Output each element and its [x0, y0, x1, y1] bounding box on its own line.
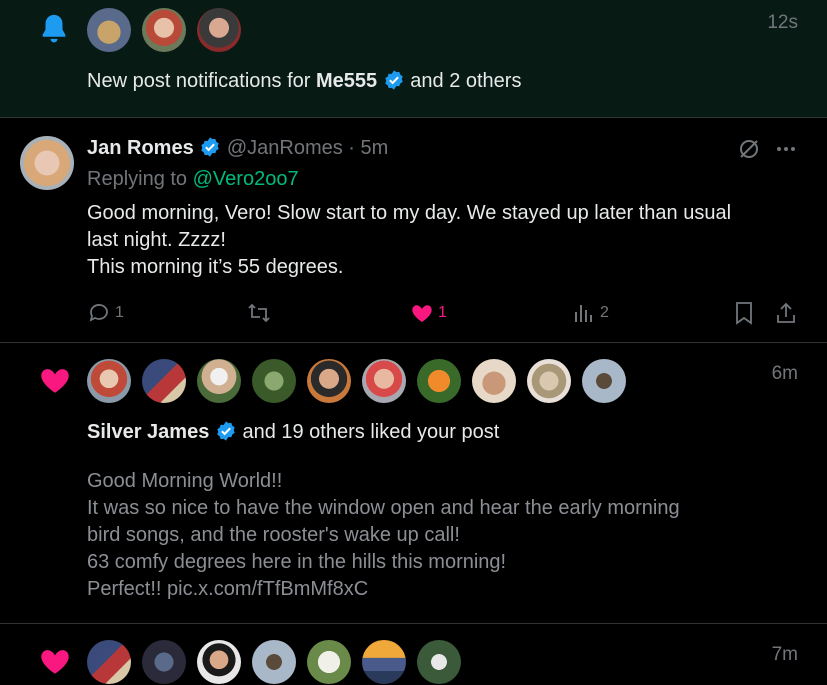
avatar[interactable] — [307, 359, 351, 403]
new-post-notification[interactable]: 12s New post notifications for Me555 and… — [0, 0, 827, 118]
avatar[interactable] — [142, 640, 186, 684]
avatar[interactable] — [417, 359, 461, 403]
like-count: 1 — [438, 304, 447, 321]
avatar[interactable] — [20, 136, 74, 190]
tweet-text: Good morning, Vero! Slow start to my day… — [87, 202, 732, 278]
avatar[interactable] — [87, 8, 131, 52]
avatar[interactable] — [87, 640, 131, 684]
repost-button[interactable] — [246, 301, 272, 325]
heart-filled-icon — [37, 363, 73, 397]
more-icon[interactable] — [775, 142, 797, 156]
notification-text: New post notifications for Me555 and 2 o… — [87, 69, 522, 92]
reply-button[interactable]: 1 — [87, 301, 124, 325]
liked-post-text[interactable]: Good Morning World!! It was so nice to h… — [87, 468, 807, 603]
like-notification[interactable]: 6m Silver James and 19 others liked your… — [0, 343, 827, 624]
bookmark-icon[interactable] — [733, 301, 755, 325]
avatar[interactable] — [252, 359, 296, 403]
avatar[interactable] — [417, 640, 461, 684]
like-notification[interactable]: 7m — [0, 624, 827, 685]
avatar[interactable] — [197, 640, 241, 684]
verified-badge-icon — [215, 420, 237, 442]
user-name[interactable]: Silver James — [87, 421, 209, 443]
verified-badge-icon — [199, 136, 221, 158]
notification-time: 7m — [771, 644, 798, 665]
grok-icon[interactable] — [737, 137, 761, 161]
verified-badge-icon — [383, 69, 405, 91]
heart-filled-icon — [37, 644, 73, 678]
heart-filled-icon — [410, 301, 434, 325]
repost-icon — [246, 301, 272, 325]
views-count: 2 — [600, 304, 609, 321]
notification-time: 6m — [771, 363, 798, 384]
avatar[interactable] — [362, 359, 406, 403]
notification-time: 12s — [767, 12, 798, 33]
like-button[interactable]: 1 — [410, 301, 447, 325]
avatar[interactable] — [362, 640, 406, 684]
tweet-time[interactable]: 5m — [361, 137, 389, 159]
replying-to: Replying to @Vero2oo7 — [87, 168, 299, 190]
avatar[interactable] — [582, 359, 626, 403]
avatar[interactable] — [197, 8, 241, 52]
avatar[interactable] — [197, 359, 241, 403]
tweet-header: Jan Romes @JanRomes · 5m — [87, 136, 389, 159]
user-name[interactable]: Me555 — [316, 70, 377, 92]
avatar[interactable] — [472, 359, 516, 403]
avatar[interactable] — [252, 640, 296, 684]
reply-count: 1 — [115, 304, 124, 321]
bell-icon — [37, 12, 71, 46]
tweet[interactable]: Jan Romes @JanRomes · 5m Replying to @Ve… — [0, 118, 827, 343]
views-button[interactable]: 2 — [572, 301, 609, 325]
notification-text: Silver James and 19 others liked your po… — [87, 420, 500, 443]
share-icon[interactable] — [775, 301, 797, 325]
views-icon — [572, 301, 596, 325]
reply-icon — [87, 301, 111, 325]
avatar[interactable] — [142, 8, 186, 52]
avatar[interactable] — [87, 359, 131, 403]
reply-mention[interactable]: @Vero2oo7 — [193, 168, 299, 190]
avatar[interactable] — [307, 640, 351, 684]
author-name[interactable]: Jan Romes — [87, 137, 194, 159]
avatar[interactable] — [527, 359, 571, 403]
avatar[interactable] — [142, 359, 186, 403]
author-handle[interactable]: @JanRomes — [227, 137, 343, 159]
